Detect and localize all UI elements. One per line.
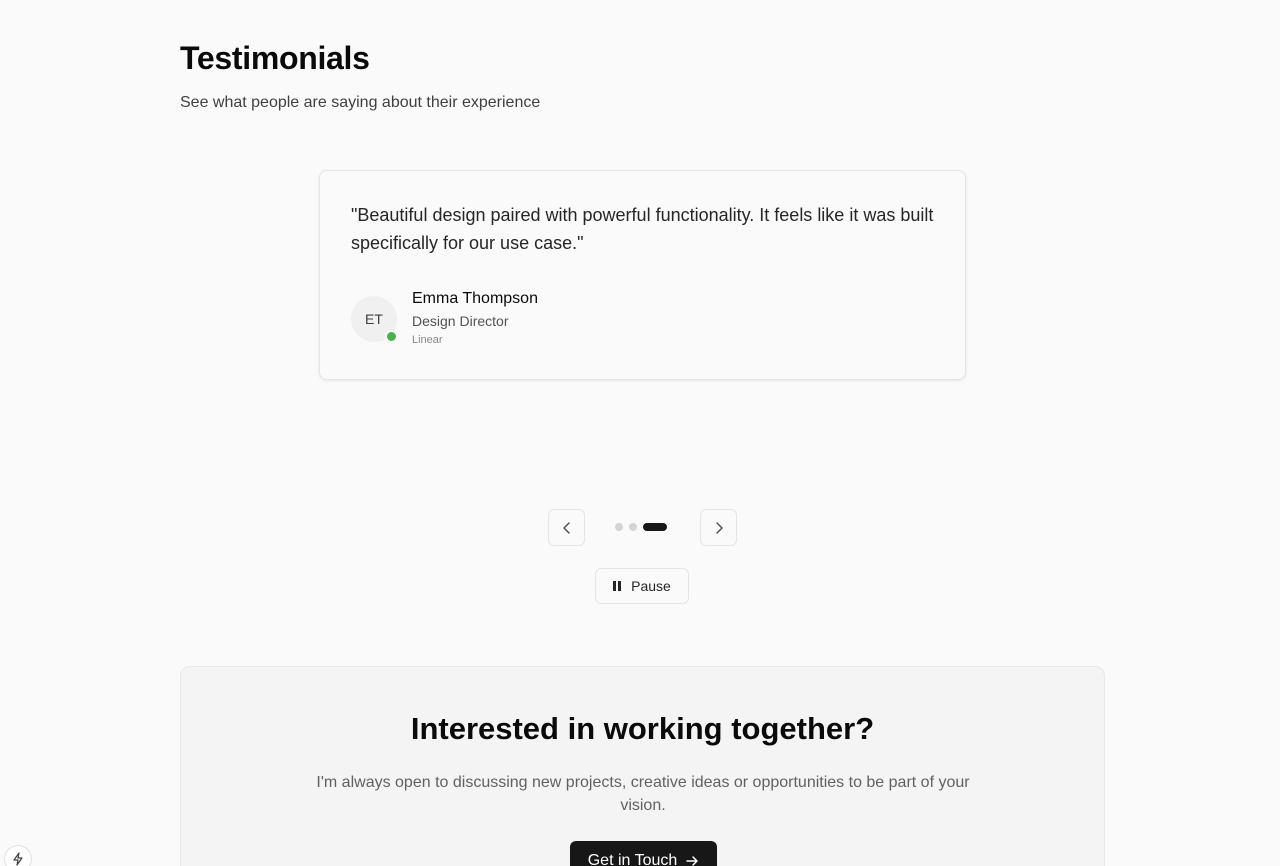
author-company: Linear [412, 334, 443, 346]
pause-button[interactable]: Pause [595, 568, 689, 604]
carousel-dot-3[interactable] [643, 523, 667, 531]
page: Testimonials See what people are saying … [0, 0, 1280, 866]
chevron-right-icon [715, 521, 723, 534]
author-role: Design Director [412, 313, 509, 329]
testimonial-card: "Beautiful design paired with powerful f… [319, 170, 966, 380]
lightning-bolt-icon [13, 852, 23, 866]
carousel-dot-2[interactable] [629, 523, 637, 531]
cta-text: I'm always open to discussing new projec… [316, 774, 970, 814]
cta-button-label: Get in Touch [587, 852, 678, 866]
get-in-touch-button[interactable]: Get in Touch [570, 841, 717, 866]
carousel-indicators [615, 523, 667, 531]
pause-icon [613, 581, 622, 591]
arrow-right-icon [686, 856, 699, 866]
contact-cta-section: Interested in working together? I'm alwa… [180, 666, 1105, 866]
author-name: Emma Thompson [412, 290, 538, 307]
testimonial-quote: "Beautiful design paired with powerful f… [351, 205, 934, 253]
online-status-indicator [385, 330, 398, 343]
section-subtitle: See what people are saying about their e… [180, 94, 541, 111]
avatar-initials: ET [365, 311, 383, 327]
pause-label: Pause [631, 578, 671, 594]
carousel-dot-1[interactable] [615, 523, 623, 531]
cta-title: Interested in working together? [410, 711, 875, 746]
next-button[interactable] [700, 509, 737, 546]
section-title: Testimonials [180, 40, 370, 76]
previous-button[interactable] [548, 509, 585, 546]
chevron-left-icon [562, 521, 570, 534]
bolt-badge-button[interactable] [4, 845, 32, 866]
